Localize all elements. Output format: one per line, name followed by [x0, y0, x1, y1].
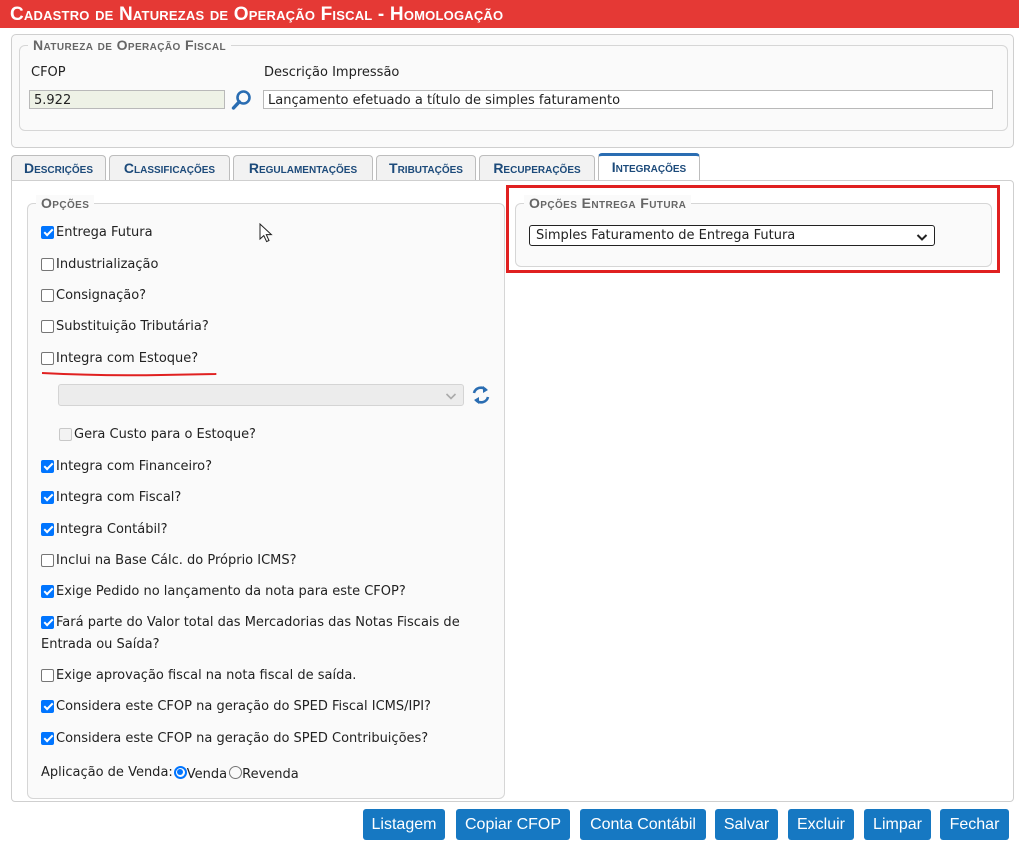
checkbox[interactable]: [41, 459, 54, 473]
conta-contabil-button[interactable]: Conta Contábil: [580, 809, 706, 840]
option-label: Substituição Tributária?: [56, 318, 209, 334]
option-label: Integra com Financeiro?: [56, 458, 213, 474]
estoque-select: [58, 384, 464, 406]
checkbox[interactable]: [41, 699, 54, 713]
option-integra-financeiro[interactable]: Integra com Financeiro?: [41, 457, 212, 475]
radio-venda-label[interactable]: Venda: [187, 767, 227, 782]
tab-integracoes[interactable]: Integrações: [598, 153, 700, 180]
checkbox[interactable]: [41, 584, 54, 598]
window-title: Cadastro de Naturezas de Operação Fiscal…: [10, 4, 504, 25]
opcoes-legend: Opções: [36, 195, 95, 211]
natureza-legend: Natureza de Operação Fiscal: [28, 37, 231, 53]
aplicacao-venda-row: Aplicação de Venda: Venda Revenda: [41, 763, 299, 783]
checkbox[interactable]: [41, 225, 54, 239]
window-title-bar: Cadastro de Naturezas de Operação Fiscal…: [0, 0, 1019, 28]
fechar-button[interactable]: Fechar: [940, 809, 1009, 840]
descricao-input[interactable]: Lançamento efetuado a título de simples …: [263, 90, 993, 109]
option-substituicao-tributaria[interactable]: Substituição Tributária?: [41, 317, 209, 335]
option-integra-estoque[interactable]: Integra com Estoque?: [41, 349, 198, 367]
option-label-continued: Entrada ou Saída?: [41, 637, 160, 652]
option-label: Inclui na Base Cálc. do Próprio ICMS?: [56, 552, 297, 568]
option-label: Gera Custo para o Estoque?: [74, 426, 256, 442]
checkbox[interactable]: [41, 553, 54, 567]
entrega-futura-selected-value: Simples Faturamento de Entrega Futura: [536, 228, 796, 243]
option-label: Integra com Fiscal?: [56, 489, 182, 505]
radio-venda[interactable]: [173, 765, 187, 779]
excluir-button[interactable]: Excluir: [788, 809, 854, 840]
salvar-button[interactable]: Salvar: [715, 809, 778, 840]
limpar-button[interactable]: Limpar: [864, 809, 931, 840]
refresh-icon[interactable]: [471, 384, 491, 406]
entrega-futura-legend: Opções Entrega Futura: [524, 195, 692, 211]
chevron-down-icon: [916, 231, 928, 246]
checkbox[interactable]: [41, 615, 54, 629]
option-exige-pedido[interactable]: Exige Pedido no lançamento da nota para …: [41, 582, 406, 600]
option-entrega-futura[interactable]: Entrega Futura: [41, 223, 153, 241]
tab-classificacoes[interactable]: Classificações: [109, 155, 230, 180]
option-gera-custo-estoque: Gera Custo para o Estoque?: [59, 425, 256, 443]
option-label: Considera este CFOP na geração do SPED F…: [56, 698, 431, 714]
option-integra-contabil[interactable]: Integra Contábil?: [41, 520, 168, 538]
tab-descricoes[interactable]: Descrições: [11, 155, 106, 180]
option-label: Considera este CFOP na geração do SPED C…: [56, 730, 429, 746]
option-sped-fiscal[interactable]: Considera este CFOP na geração do SPED F…: [41, 697, 431, 715]
copiar-cfop-button[interactable]: Copiar CFOP: [456, 809, 570, 840]
tab-tributacoes[interactable]: Tributações: [376, 155, 476, 180]
entrega-futura-select[interactable]: Simples Faturamento de Entrega Futura: [529, 225, 935, 246]
radio-revenda-label[interactable]: Revenda: [242, 767, 299, 782]
option-valor-total-mercadorias[interactable]: Fará parte do Valor total das Mercadoria…: [41, 613, 460, 631]
descricao-label: Descrição Impressão: [264, 65, 400, 80]
listagem-button[interactable]: Listagem: [363, 809, 445, 840]
tab-recuperacoes[interactable]: Recuperações: [479, 155, 595, 180]
search-icon[interactable]: [231, 89, 253, 111]
checkbox[interactable]: [41, 522, 54, 536]
checkbox[interactable]: [41, 731, 54, 745]
checkbox[interactable]: [41, 490, 54, 504]
option-exige-aprovacao-fiscal[interactable]: Exige aprovação fiscal na nota fiscal de…: [41, 666, 356, 684]
option-integra-fiscal[interactable]: Integra com Fiscal?: [41, 488, 181, 506]
option-industrializacao[interactable]: Industrialização: [41, 255, 158, 273]
mouse-cursor-icon: [259, 222, 273, 243]
checkbox[interactable]: [41, 288, 54, 302]
option-label: Integra Contábil?: [56, 521, 168, 537]
natureza-fieldset: Natureza de Operação Fiscal: [19, 37, 1008, 131]
chevron-down-icon: [445, 390, 457, 405]
option-sped-contribuicoes[interactable]: Considera este CFOP na geração do SPED C…: [41, 729, 428, 747]
option-consignacao[interactable]: Consignação?: [41, 286, 146, 304]
cfop-input[interactable]: 5.922: [29, 90, 225, 109]
option-inclui-base-icms[interactable]: Inclui na Base Cálc. do Próprio ICMS?: [41, 551, 297, 569]
checkbox[interactable]: [41, 319, 54, 333]
option-label: Exige Pedido no lançamento da nota para …: [56, 583, 406, 599]
checkbox[interactable]: [41, 257, 54, 271]
cfop-label: CFOP: [31, 65, 66, 80]
option-label: Industrialização: [56, 256, 159, 272]
tab-regulamentacoes[interactable]: Regulamentações: [233, 155, 373, 180]
option-label: Fará parte do Valor total das Mercadoria…: [56, 614, 460, 630]
checkbox: [59, 427, 72, 441]
highlight-underline: [41, 366, 217, 381]
option-label: Integra com Estoque?: [56, 350, 199, 366]
radio-revenda[interactable]: [229, 765, 243, 779]
checkbox[interactable]: [41, 351, 54, 365]
option-label: Exige aprovação fiscal na nota fiscal de…: [56, 667, 357, 683]
checkbox[interactable]: [41, 668, 54, 682]
option-label: Entrega Futura: [56, 224, 153, 240]
aplicacao-label: Aplicação de Venda:: [41, 764, 173, 780]
option-label: Consignação?: [56, 287, 147, 303]
